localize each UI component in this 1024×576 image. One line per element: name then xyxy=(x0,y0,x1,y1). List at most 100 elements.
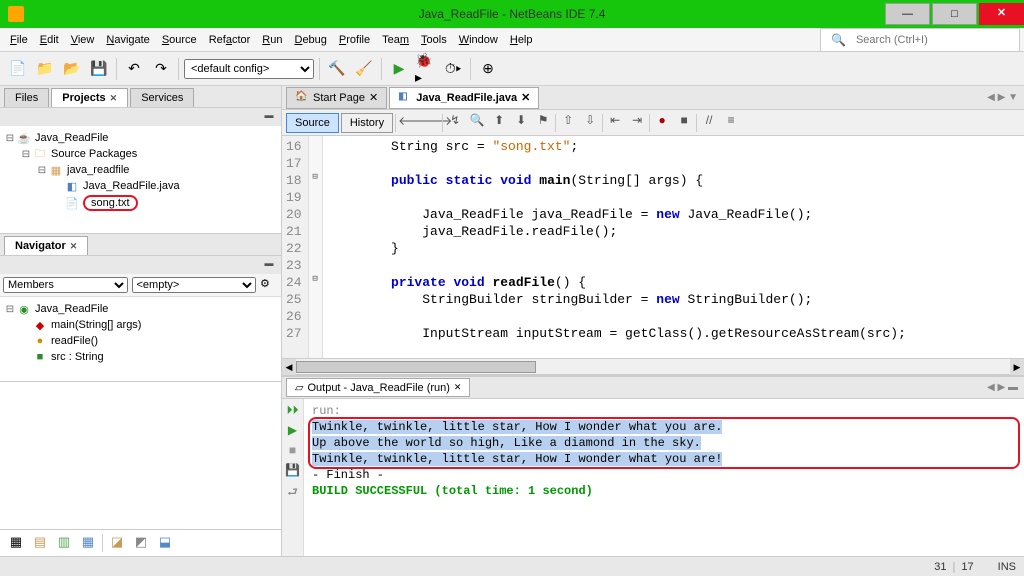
source-packages[interactable]: Source Packages xyxy=(51,148,137,160)
comment-button[interactable]: // xyxy=(699,113,719,133)
minimize-panel-button[interactable]: ▬ xyxy=(261,110,277,124)
menu-view[interactable]: View xyxy=(65,32,101,48)
expand-icon[interactable]: ⊟ xyxy=(20,149,32,160)
history-mode-button[interactable]: History xyxy=(341,113,393,133)
next-error-button[interactable]: ⇩ xyxy=(580,113,600,133)
expand-icon[interactable]: ⊟ xyxy=(4,304,16,315)
new-project-button[interactable]: 📁 xyxy=(33,57,57,81)
package-node[interactable]: java_readfile xyxy=(67,164,129,176)
menu-help[interactable]: Help xyxy=(504,32,539,48)
filter-button[interactable]: ⬓ xyxy=(155,534,175,552)
new-file-button[interactable]: 📄 xyxy=(6,57,30,81)
close-icon[interactable]: ✕ xyxy=(521,91,530,104)
save-output-button[interactable]: 💾 xyxy=(285,463,301,479)
output-text[interactable]: run:Twinkle, twinkle, little star, How I… xyxy=(304,399,1024,556)
menu-debug[interactable]: Debug xyxy=(288,32,332,48)
code-editor[interactable]: 161718192021222324252627 ⊟⊟ String src =… xyxy=(282,136,1024,358)
maximize-button[interactable]: □ xyxy=(932,3,977,25)
menu-source[interactable]: Source xyxy=(156,32,203,48)
source-mode-button[interactable]: Source xyxy=(286,113,339,133)
nav-back-button[interactable]: 🡐 xyxy=(398,113,418,133)
redo-button[interactable]: ↷ xyxy=(149,57,173,81)
filter-button[interactable]: ⚙ xyxy=(260,277,278,293)
quick-search[interactable]: 🔍 xyxy=(820,28,1020,52)
expand-icon[interactable]: ⊟ xyxy=(36,165,48,176)
menu-refactor[interactable]: Refactor xyxy=(203,32,257,48)
wrap-button[interactable]: ⮐ xyxy=(285,483,301,499)
close-icon[interactable]: ✕ xyxy=(369,91,378,104)
tab-start-page[interactable]: 🏠Start Page✕ xyxy=(286,87,387,109)
menu-file[interactable]: File xyxy=(4,32,34,48)
menu-edit[interactable]: Edit xyxy=(34,32,65,48)
navigator-tree[interactable]: ⊟◉Java_ReadFile ◆main(String[] args) ●re… xyxy=(0,297,281,369)
file-java[interactable]: Java_ReadFile.java xyxy=(83,180,180,192)
run-button[interactable]: ▶ xyxy=(387,57,411,81)
prev-error-button[interactable]: ⇧ xyxy=(558,113,578,133)
next-tab-button[interactable]: ▶ xyxy=(998,382,1006,393)
config-select[interactable]: <default config> xyxy=(184,59,314,79)
menu-window[interactable]: Window xyxy=(453,32,504,48)
scope-select[interactable]: <empty> xyxy=(132,277,257,293)
filter-button[interactable]: ▦ xyxy=(6,534,26,552)
save-all-button[interactable]: 💾 xyxy=(87,57,111,81)
shift-left-button[interactable]: ⇤ xyxy=(605,113,625,133)
project-root[interactable]: Java_ReadFile xyxy=(35,132,108,144)
tab-projects[interactable]: Projects✕ xyxy=(51,88,128,107)
filter-button[interactable]: ▤ xyxy=(30,534,50,552)
members-select[interactable]: Members xyxy=(3,277,128,293)
close-icon[interactable]: ✕ xyxy=(110,93,118,103)
filter-button[interactable]: ◩ xyxy=(131,534,151,552)
project-tree[interactable]: ⊟☕Java_ReadFile ⊟🗀Source Packages ⊟▦java… xyxy=(0,126,281,216)
prev-tab-button[interactable]: ◀ xyxy=(987,92,995,103)
next-bookmark-button[interactable]: ⬇ xyxy=(511,113,531,133)
macro-stop-button[interactable]: ■ xyxy=(674,113,694,133)
filter-button[interactable]: ◪ xyxy=(107,534,127,552)
filter-button[interactable]: ▥ xyxy=(54,534,74,552)
tab-list-button[interactable]: ▼ xyxy=(1008,92,1018,103)
toggle-bookmark-button[interactable]: ⚑ xyxy=(533,113,553,133)
minimize-button[interactable]: — xyxy=(885,3,930,25)
scroll-right-button[interactable]: ▶ xyxy=(1010,359,1024,375)
menu-team[interactable]: Team xyxy=(376,32,415,48)
close-icon[interactable]: ✕ xyxy=(454,382,462,393)
tab-java-file[interactable]: ◧Java_ReadFile.java✕ xyxy=(389,87,539,109)
macro-record-button[interactable]: ● xyxy=(652,113,672,133)
tab-services[interactable]: Services xyxy=(130,88,194,107)
stop-button[interactable]: ■ xyxy=(285,443,301,459)
file-txt[interactable]: song.txt xyxy=(83,195,138,211)
nav-src[interactable]: src : String xyxy=(51,351,104,363)
nav-readfile[interactable]: readFile() xyxy=(51,335,98,347)
tab-navigator[interactable]: Navigator✕ xyxy=(4,236,88,255)
debug-button[interactable]: 🐞▸ xyxy=(414,57,438,81)
rerun-button[interactable]: ⏵⏵ xyxy=(285,403,301,419)
prev-bookmark-button[interactable]: ⬆ xyxy=(489,113,509,133)
close-icon[interactable]: ✕ xyxy=(70,241,78,251)
scroll-thumb[interactable] xyxy=(296,361,536,373)
find-selection-button[interactable]: 🔍 xyxy=(467,113,487,133)
menu-run[interactable]: Run xyxy=(256,32,288,48)
profile-button[interactable]: ⏱▸ xyxy=(441,57,465,81)
open-project-button[interactable]: 📂 xyxy=(60,57,84,81)
menu-profile[interactable]: Profile xyxy=(333,32,376,48)
close-button[interactable]: ✕ xyxy=(979,3,1024,25)
menu-navigate[interactable]: Navigate xyxy=(100,32,155,48)
attach-debugger-button[interactable]: ⊕ xyxy=(476,57,500,81)
shift-right-button[interactable]: ⇥ xyxy=(627,113,647,133)
minimize-panel-button[interactable]: ▬ xyxy=(261,258,277,272)
filter-button[interactable]: ▦ xyxy=(78,534,98,552)
build-button[interactable]: 🔨 xyxy=(325,57,349,81)
expand-icon[interactable]: ⊟ xyxy=(4,133,16,144)
search-input[interactable] xyxy=(856,34,1015,46)
minimize-button[interactable]: ▬ xyxy=(1008,382,1018,393)
menu-tools[interactable]: Tools xyxy=(415,32,453,48)
uncomment-button[interactable]: ≡ xyxy=(721,113,741,133)
horizontal-scrollbar[interactable]: ◀ ▶ xyxy=(282,358,1024,374)
undo-button[interactable]: ↶ xyxy=(122,57,146,81)
nav-main[interactable]: main(String[] args) xyxy=(51,319,141,331)
last-edit-button[interactable]: ↯ xyxy=(445,113,465,133)
clean-build-button[interactable]: 🧹 xyxy=(352,57,376,81)
nav-fwd-button[interactable]: 🡒 xyxy=(420,113,440,133)
tab-files[interactable]: Files xyxy=(4,88,49,107)
nav-class[interactable]: Java_ReadFile xyxy=(35,303,108,315)
scroll-left-button[interactable]: ◀ xyxy=(282,359,296,375)
